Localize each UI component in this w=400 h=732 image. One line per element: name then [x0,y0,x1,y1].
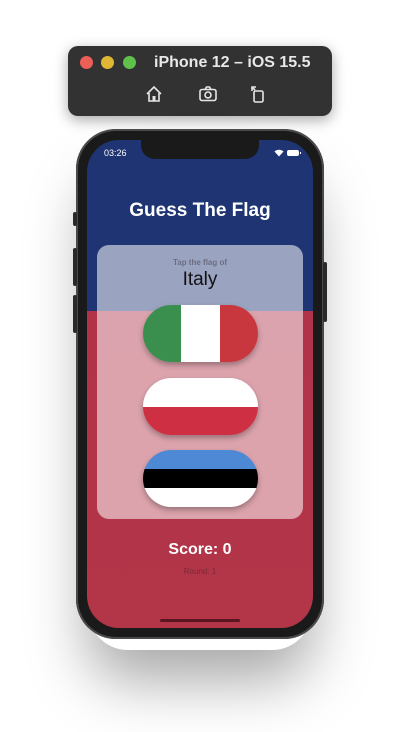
volume-down-button [73,295,77,333]
status-time: 03:26 [104,148,127,158]
notch [141,140,259,159]
score-label: Score: 0 [168,541,232,558]
estonia-flag [143,450,258,507]
home-icon[interactable] [144,84,164,104]
flag-button-poland[interactable] [143,378,258,435]
flag-button-italy[interactable] [143,305,258,362]
battery-icon [287,150,301,156]
screenshot-icon[interactable] [198,84,218,104]
zoom-window-button[interactable] [123,56,136,69]
home-indicator[interactable] [160,619,240,622]
mute-switch [73,212,77,226]
flag-button-estonia[interactable] [143,450,258,507]
italy-flag [143,305,258,362]
simulator-toolbar: iPhone 12 – iOS 15.5 [68,46,332,116]
minimize-window-button[interactable] [101,56,114,69]
app-title: Guess The Flag [129,200,271,221]
phone-screen: 03:26 Guess The Flag Tap the flag of Ita… [87,140,313,628]
status-icons [274,149,301,157]
side-power-button [323,262,327,322]
simulator-title: iPhone 12 – iOS 15.5 [154,54,311,71]
rotate-icon[interactable] [248,84,268,104]
country-name: Italy [182,269,218,290]
question-card: Tap the flag of Italy [97,245,303,519]
volume-up-button [73,248,77,286]
close-window-button[interactable] [80,56,93,69]
poland-flag [143,378,258,435]
wifi-icon [274,149,284,157]
prompt-label: Tap the flag of [172,258,228,267]
round-label: Round: 1 [183,567,217,576]
